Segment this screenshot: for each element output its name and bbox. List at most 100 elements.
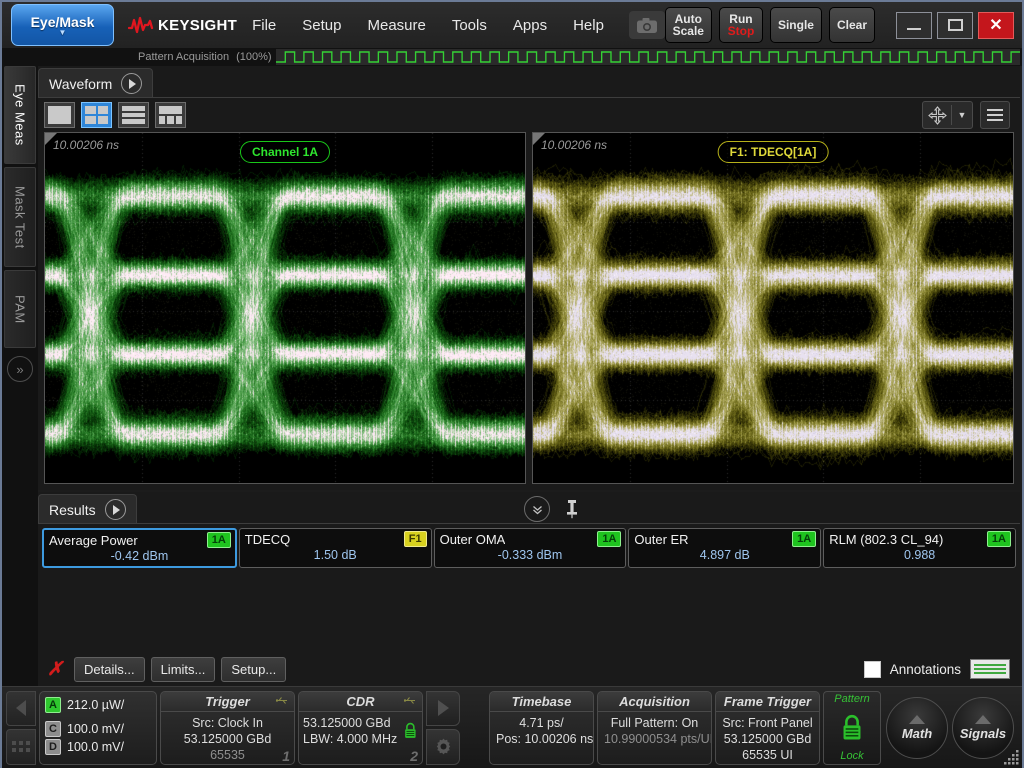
eye-mask-mode-button[interactable]: Eye/Mask ▼ — [11, 4, 114, 46]
sidebar-item-label: Eye Meas — [13, 76, 28, 154]
tab-waveform[interactable]: Waveform — [38, 68, 153, 98]
up-arrow-icon — [909, 715, 925, 724]
graph-source-badge[interactable]: F1: TDECQ[1A] — [718, 141, 829, 163]
chevron-down-icon: ▼ — [59, 30, 67, 36]
layout-mixed-pane-button[interactable] — [155, 102, 186, 128]
details-button[interactable]: Details... — [74, 657, 145, 682]
cdr-panel[interactable]: CDR 53.125000 GBd LBW: 4.000 MHz 2 — [298, 691, 423, 765]
menu-setup[interactable]: Setup — [299, 15, 344, 36]
eye-canvas-yellow — [533, 133, 1014, 484]
trigger-line-2: 53.125000 GBd — [167, 731, 288, 747]
menu-file[interactable]: File — [249, 15, 279, 36]
single-label: Single — [778, 19, 814, 31]
frame-trigger-source: Src: Front Panel — [722, 715, 813, 731]
sidebar-item-label: Mask Test — [13, 178, 28, 257]
results-tabstrip: Results — [38, 492, 1020, 524]
annotations-checkbox[interactable] — [864, 661, 881, 678]
nav-previous-button[interactable] — [6, 691, 36, 727]
status-action-group — [426, 691, 460, 765]
channel-row-c[interactable]: C 100.0 mV/ — [45, 720, 151, 738]
auto-scale-line2: Scale — [673, 25, 704, 37]
menu-apps[interactable]: Apps — [510, 15, 550, 36]
single-button[interactable]: Single — [770, 7, 822, 43]
sidebar-item-pam[interactable]: PAM — [4, 270, 36, 348]
trigger-pattern-length: 65535 — [167, 747, 288, 763]
measurement-card[interactable]: Average Power 1A -0.42 dBm — [42, 528, 237, 568]
graph-source-badge[interactable]: Channel 1A — [240, 141, 330, 163]
close-button[interactable]: ✕ — [978, 12, 1014, 39]
measurement-name: Average Power — [49, 533, 138, 548]
measurement-card[interactable]: Outer OMA 1A -0.333 dBm — [434, 528, 627, 568]
measurement-cards: Average Power 1A -0.42 dBm TDECQ F1 1.50… — [38, 524, 1020, 568]
measurement-card[interactable]: Outer ER 1A 4.897 dB — [628, 528, 821, 568]
measurement-value: 1.50 dB — [240, 548, 431, 565]
screenshot-button[interactable] — [629, 11, 665, 39]
sidebar-item-mask-test[interactable]: Mask Test — [4, 167, 36, 267]
acquisition-title: Acquisition — [598, 692, 711, 712]
measurement-card[interactable]: TDECQ F1 1.50 dB — [239, 528, 432, 568]
close-icon: ✕ — [989, 15, 1002, 35]
waveform-toolbar: ▼ — [38, 98, 1020, 132]
status-play-button[interactable] — [426, 691, 460, 727]
graph-timestamp: 10.00206 ns — [541, 138, 607, 152]
chevron-down-icon[interactable]: ▼ — [952, 102, 972, 128]
timebase-title: Timebase — [490, 692, 593, 712]
measurement-name: TDECQ — [245, 532, 291, 547]
play-icon[interactable] — [121, 73, 142, 94]
maximize-button[interactable] — [937, 12, 973, 39]
play-icon[interactable] — [105, 499, 126, 520]
annotation-color-swatch[interactable] — [970, 659, 1010, 679]
limits-button[interactable]: Limits... — [151, 657, 216, 682]
move-icon[interactable] — [923, 102, 951, 128]
pin-icon[interactable] — [564, 499, 580, 519]
sidebar-item-eye-meas[interactable]: Eye Meas — [4, 66, 36, 164]
window-buttons: ✕ — [896, 12, 1014, 39]
frame-trigger-panel[interactable]: Frame Trigger Src: Front Panel 53.125000… — [715, 691, 820, 765]
setup-button[interactable]: Setup... — [221, 657, 286, 682]
math-label: Math — [902, 726, 932, 741]
sidebar-expand-icon[interactable]: » — [7, 356, 33, 382]
collapse-results-icon[interactable] — [524, 496, 550, 522]
channel-row-a[interactable]: A 212.0 µW/ — [45, 696, 151, 714]
menu-tools[interactable]: Tools — [449, 15, 490, 36]
measurement-card[interactable]: RLM (802.3 CL_94) 1A 0.988 — [823, 528, 1016, 568]
auto-scale-button[interactable]: Auto Scale — [665, 7, 712, 43]
math-button[interactable]: Math — [886, 697, 948, 759]
run-stop-button[interactable]: Run Stop — [719, 7, 763, 43]
hamburger-icon[interactable] — [980, 101, 1010, 129]
annotations-group: Annotations — [864, 659, 1014, 679]
layout-three-row-pane-button[interactable] — [118, 102, 149, 128]
graph-timestamp: 10.00206 ns — [53, 138, 119, 152]
menu-help[interactable]: Help — [570, 15, 607, 36]
menu-measure[interactable]: Measure — [364, 15, 428, 36]
measurement-name: Outer OMA — [440, 532, 506, 547]
trigger-panel[interactable]: Trigger Src: Clock In 53.125000 GBd 6553… — [160, 691, 295, 765]
acquisition-panel[interactable]: Acquisition Full Pattern: On 10.99000534… — [597, 691, 712, 765]
timebase-scale: 4.71 ps/ — [496, 715, 587, 731]
resize-grip-icon[interactable] — [1002, 748, 1020, 766]
tab-results-label: Results — [49, 502, 96, 518]
nav-grid-button[interactable] — [6, 729, 36, 765]
pattern-acquisition-label: Pattern Acquisition — [138, 51, 229, 63]
layout-single-pane-button[interactable] — [44, 102, 75, 128]
maximize-icon — [948, 19, 963, 31]
measurement-value: -0.333 dBm — [435, 548, 626, 565]
minimize-button[interactable] — [896, 12, 932, 39]
delete-measurement-icon[interactable]: ✗ — [44, 657, 66, 681]
tab-waveform-label: Waveform — [49, 76, 112, 92]
pattern-lock-indicator[interactable]: Pattern Lock — [823, 691, 881, 765]
timebase-panel[interactable]: Timebase 4.71 ps/ Pos: 10.00206 ns — [489, 691, 594, 765]
pattern-acquisition-bar: Pattern Acquisition (100%) — [2, 48, 1022, 66]
clear-button[interactable]: Clear — [829, 7, 875, 43]
eye-diagram-channel-1a[interactable]: 10.00206 ns Channel 1A — [44, 132, 526, 484]
brand-label: KEYSIGHT — [158, 17, 237, 34]
pattern-acquisition-progress — [276, 49, 1020, 65]
status-settings-button[interactable] — [426, 729, 460, 765]
menu-bar: Eye/Mask ▼ KEYSIGHT File Setup Measure T… — [2, 2, 1022, 48]
channel-status-panel[interactable]: A 212.0 µW/ C 100.0 mV/ D 100.0 mV/ — [39, 691, 157, 765]
channel-value-d: 100.0 mV/ — [67, 738, 124, 756]
eye-diagram-tdecq-f1[interactable]: 10.00206 ns F1: TDECQ[1A] — [532, 132, 1014, 484]
layout-quad-pane-button[interactable] — [81, 102, 112, 128]
tab-results[interactable]: Results — [38, 494, 137, 524]
channel-row-d[interactable]: D 100.0 mV/ — [45, 738, 151, 756]
